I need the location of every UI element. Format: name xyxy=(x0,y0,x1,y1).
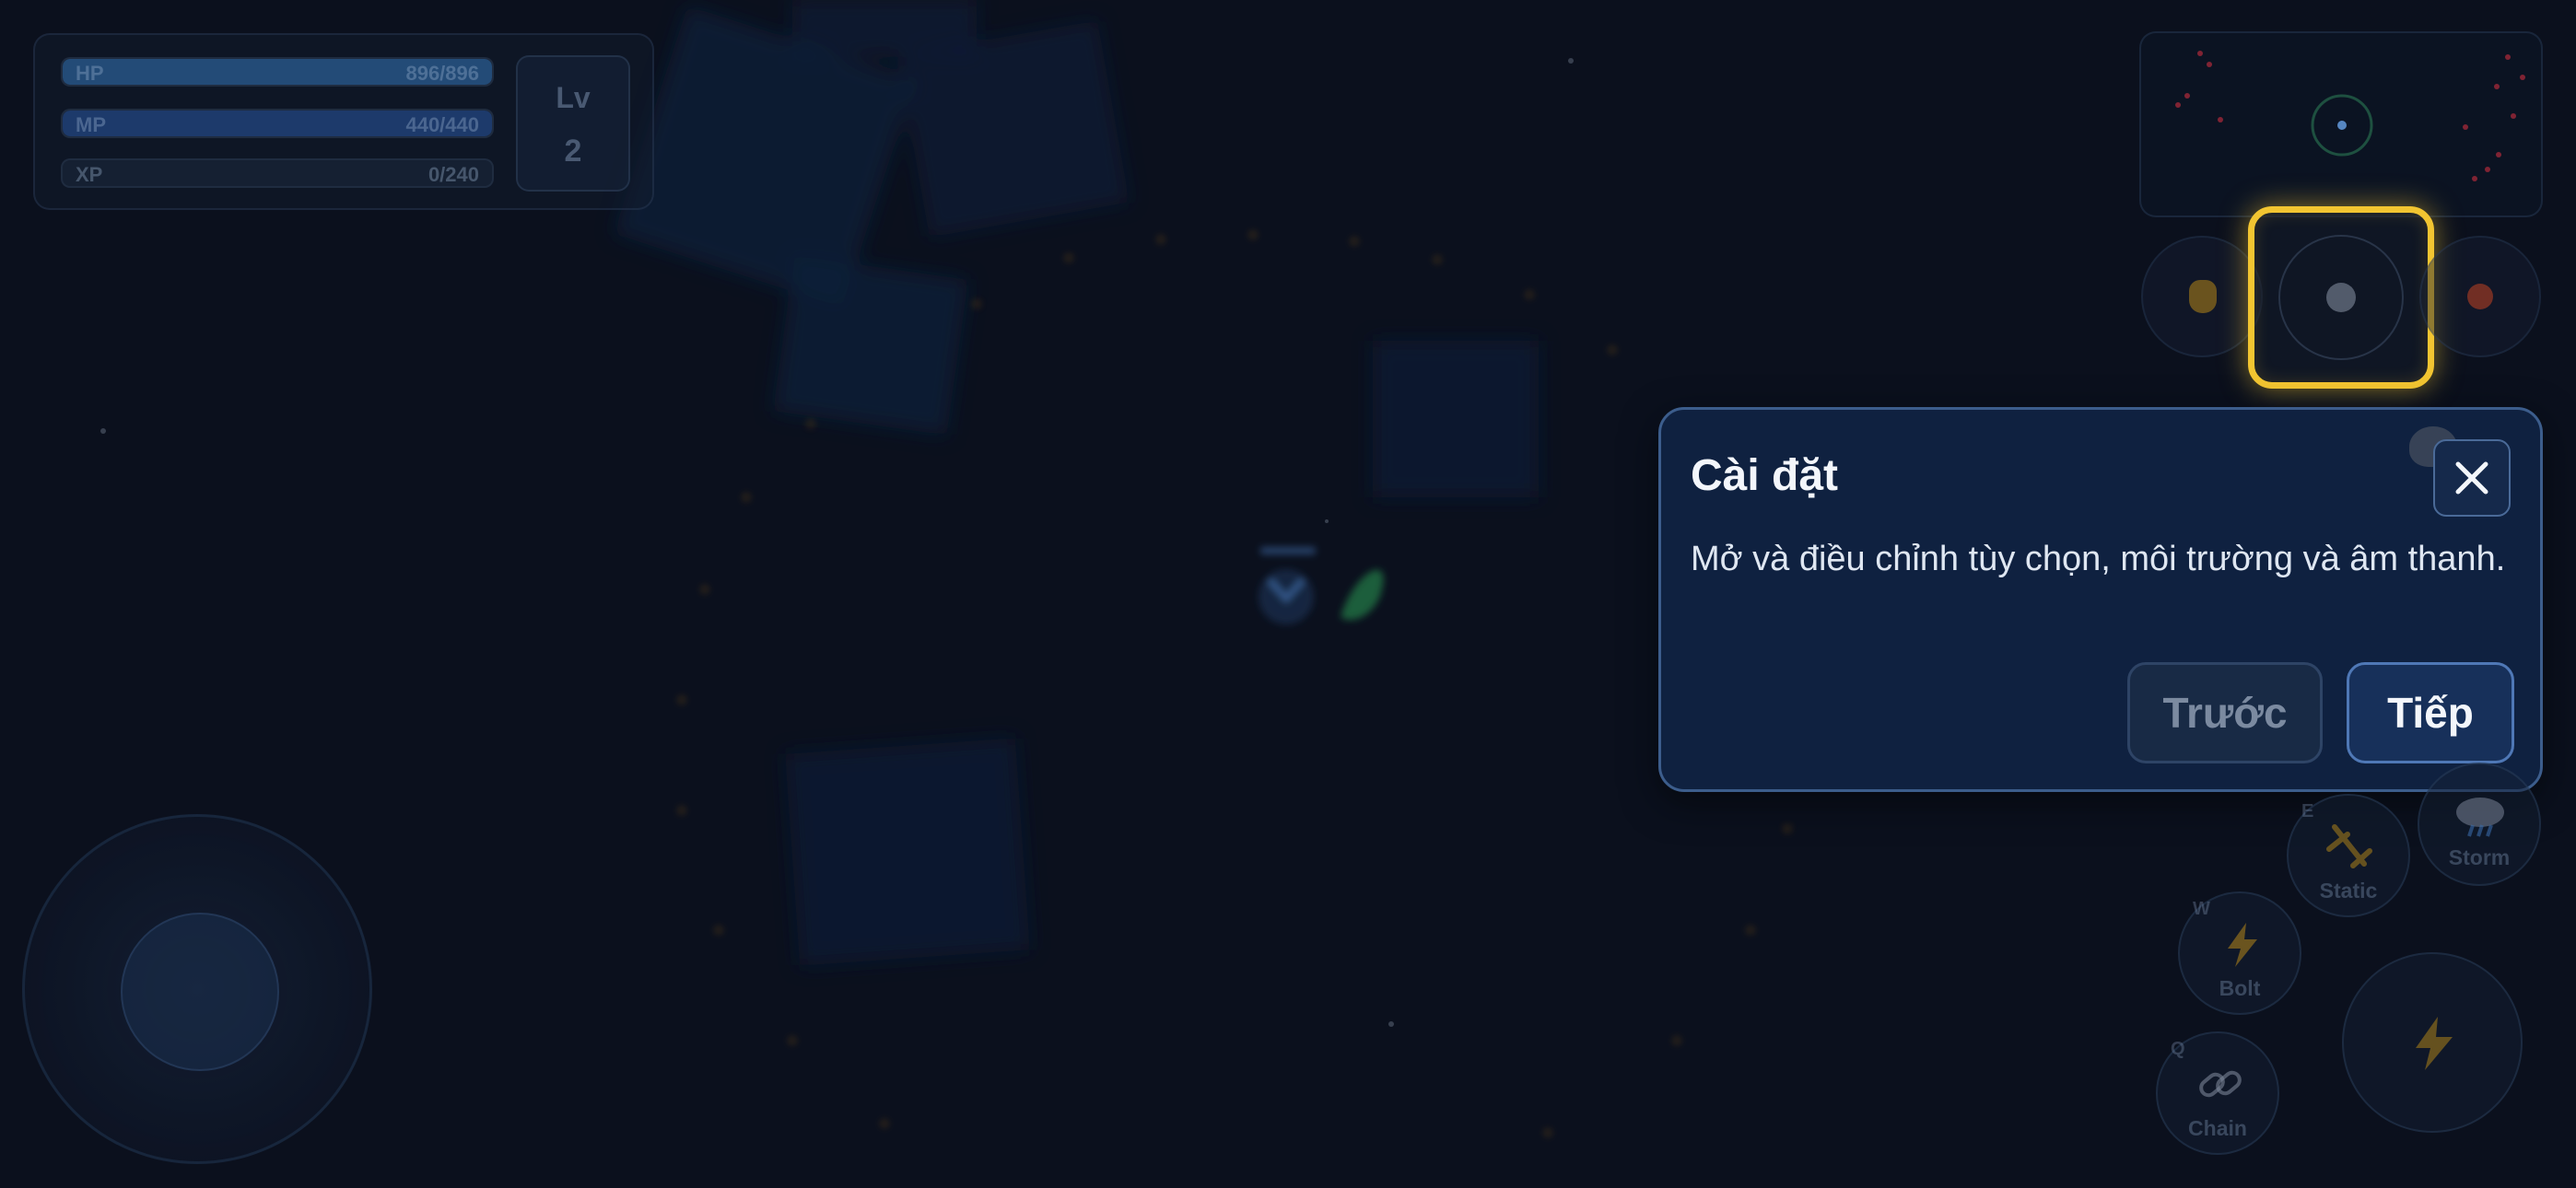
game-stage: HP 896/896 MP 440/440 XP 0/240 Lv 2 Cài … xyxy=(0,0,2576,1188)
tutorial-dialog: Cài đặt Mở và điều chỉnh tùy chọn, môi t… xyxy=(1658,407,2543,792)
obstacle-block xyxy=(792,0,977,55)
dialog-body: Mở và điều chỉnh tùy chọn, môi trường và… xyxy=(1691,540,2506,578)
level-box: Lv 2 xyxy=(516,55,630,192)
hp-label: HP xyxy=(76,62,104,85)
record-icon xyxy=(2467,284,2493,309)
level-label: Lv xyxy=(556,81,591,114)
skill-bolt-name: Bolt xyxy=(2219,976,2261,1000)
static-icon xyxy=(2326,824,2372,868)
xp-bar: XP 0/240 xyxy=(61,158,494,188)
skill-storm-button[interactable]: Storm xyxy=(2418,763,2541,886)
storm-icon xyxy=(2456,798,2504,837)
minimap[interactable] xyxy=(2139,31,2543,217)
minimap-canvas xyxy=(2175,51,2525,181)
record-mode-button[interactable] xyxy=(2419,236,2541,357)
hp-value: 896/896 xyxy=(405,62,479,85)
bolt-icon xyxy=(2228,923,2257,967)
dialog-title: Cài đặt xyxy=(1691,451,1839,500)
mp-bar: MP 440/440 xyxy=(61,109,494,138)
mp-label: MP xyxy=(76,113,106,136)
hp-bar: HP 896/896 xyxy=(61,57,494,87)
chain-icon xyxy=(2199,1070,2242,1098)
close-button[interactable] xyxy=(2433,439,2511,517)
mp-value: 440/440 xyxy=(405,113,479,136)
skill-chain-name: Chain xyxy=(2188,1116,2247,1140)
obstacle-block xyxy=(785,738,1030,966)
basic-attack-button[interactable] xyxy=(2342,952,2523,1133)
obstacle-block xyxy=(773,255,968,436)
skill-bolt-button[interactable]: W Bolt xyxy=(2178,891,2301,1015)
hand-mode-button[interactable] xyxy=(2141,236,2263,357)
skill-static-key: E xyxy=(2301,801,2314,821)
skill-chain-key: Q xyxy=(2171,1039,2185,1059)
player-marker xyxy=(2337,121,2347,130)
lightning-attack-icon xyxy=(2416,1017,2453,1070)
skill-chain-button[interactable]: Q Chain xyxy=(2156,1031,2279,1155)
skill-static-name: Static xyxy=(2319,879,2378,903)
dot-icon xyxy=(2326,283,2356,312)
movement-joystick[interactable] xyxy=(22,814,372,1164)
joystick-thumb[interactable] xyxy=(121,913,279,1071)
status-panel: HP 896/896 MP 440/440 XP 0/240 Lv 2 xyxy=(33,33,654,210)
skill-storm-name: Storm xyxy=(2448,845,2511,869)
next-button[interactable]: Tiếp xyxy=(2347,662,2514,763)
settings-mode-button[interactable] xyxy=(2248,206,2434,389)
close-icon xyxy=(2455,461,2488,495)
xp-label: XP xyxy=(76,163,103,186)
previous-button[interactable]: Trước xyxy=(2127,662,2323,763)
level-value: 2 xyxy=(564,134,582,169)
xp-value: 0/240 xyxy=(427,163,479,186)
hand-icon xyxy=(2189,280,2217,313)
obstacle-block xyxy=(1373,341,1539,497)
skill-static-button[interactable]: E Static xyxy=(2287,794,2410,917)
skill-bolt-key: W xyxy=(2193,899,2210,919)
